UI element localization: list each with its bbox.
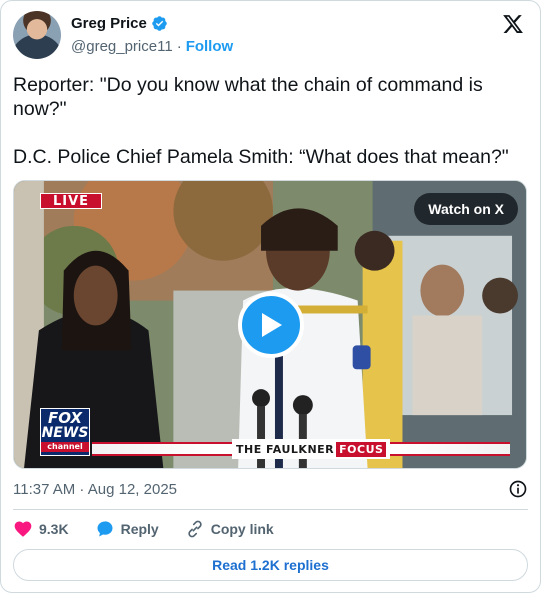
tweet-timestamp[interactable]: 11:37 AM · Aug 12, 2025 — [13, 481, 177, 498]
read-replies-button[interactable]: Read 1.2K replies — [13, 549, 528, 581]
live-badge: LIVE — [40, 193, 102, 209]
tweet-text: Reporter: "Do you know what the chain of… — [13, 73, 525, 193]
fox-logo-line2: NEWS — [41, 425, 89, 441]
tweet-embed-card: Greg Price @greg_price11 · Follow Report… — [0, 0, 541, 593]
verified-badge-icon — [152, 16, 167, 31]
avatar[interactable] — [13, 11, 61, 59]
play-button[interactable] — [238, 292, 304, 358]
reply-button[interactable]: Reply — [95, 519, 159, 539]
tweet-text-line2: D.C. Police Chief Pamela Smith: “What do… — [13, 146, 509, 168]
video-player[interactable]: LIVE Watch on X THE FAULKNER FOCUS FOX N… — [13, 180, 527, 469]
author-name-row: Greg Price — [71, 15, 168, 32]
follow-button[interactable]: Follow — [186, 38, 234, 55]
show-name: THE FAULKNER FOCUS — [232, 439, 391, 459]
fox-news-logo: FOX NEWS channel — [40, 408, 90, 456]
author-name[interactable]: Greg Price — [71, 15, 147, 32]
reply-bubble-icon — [97, 521, 113, 537]
divider — [13, 509, 528, 510]
show-name-part1: THE FAULKNER — [236, 442, 335, 456]
action-bar: 9.3K Reply Copy link — [13, 519, 300, 539]
heart-icon — [14, 521, 32, 537]
watch-on-x-button[interactable]: Watch on X — [414, 193, 518, 225]
copy-link-label: Copy link — [210, 521, 274, 537]
play-icon — [262, 313, 282, 337]
show-name-part2: FOCUS — [336, 441, 387, 457]
fox-logo-line1: FOX — [47, 409, 83, 427]
copy-link-button[interactable]: Copy link — [185, 519, 274, 539]
info-icon[interactable] — [508, 479, 528, 499]
separator-dot: · — [176, 38, 182, 55]
fox-logo-line3: channel — [41, 442, 89, 452]
tweet-text-line1: Reporter: "Do you know what the chain of… — [13, 74, 483, 120]
tweet-header: Greg Price @greg_price11 · Follow — [13, 11, 528, 61]
handle-row: @greg_price11 · Follow — [71, 38, 233, 55]
reply-label: Reply — [120, 521, 159, 537]
like-count: 9.3K — [39, 521, 69, 537]
author-handle[interactable]: @greg_price11 — [71, 38, 173, 55]
link-icon — [188, 520, 202, 538]
like-button[interactable]: 9.3K — [13, 519, 69, 539]
x-logo-icon[interactable] — [502, 13, 524, 35]
